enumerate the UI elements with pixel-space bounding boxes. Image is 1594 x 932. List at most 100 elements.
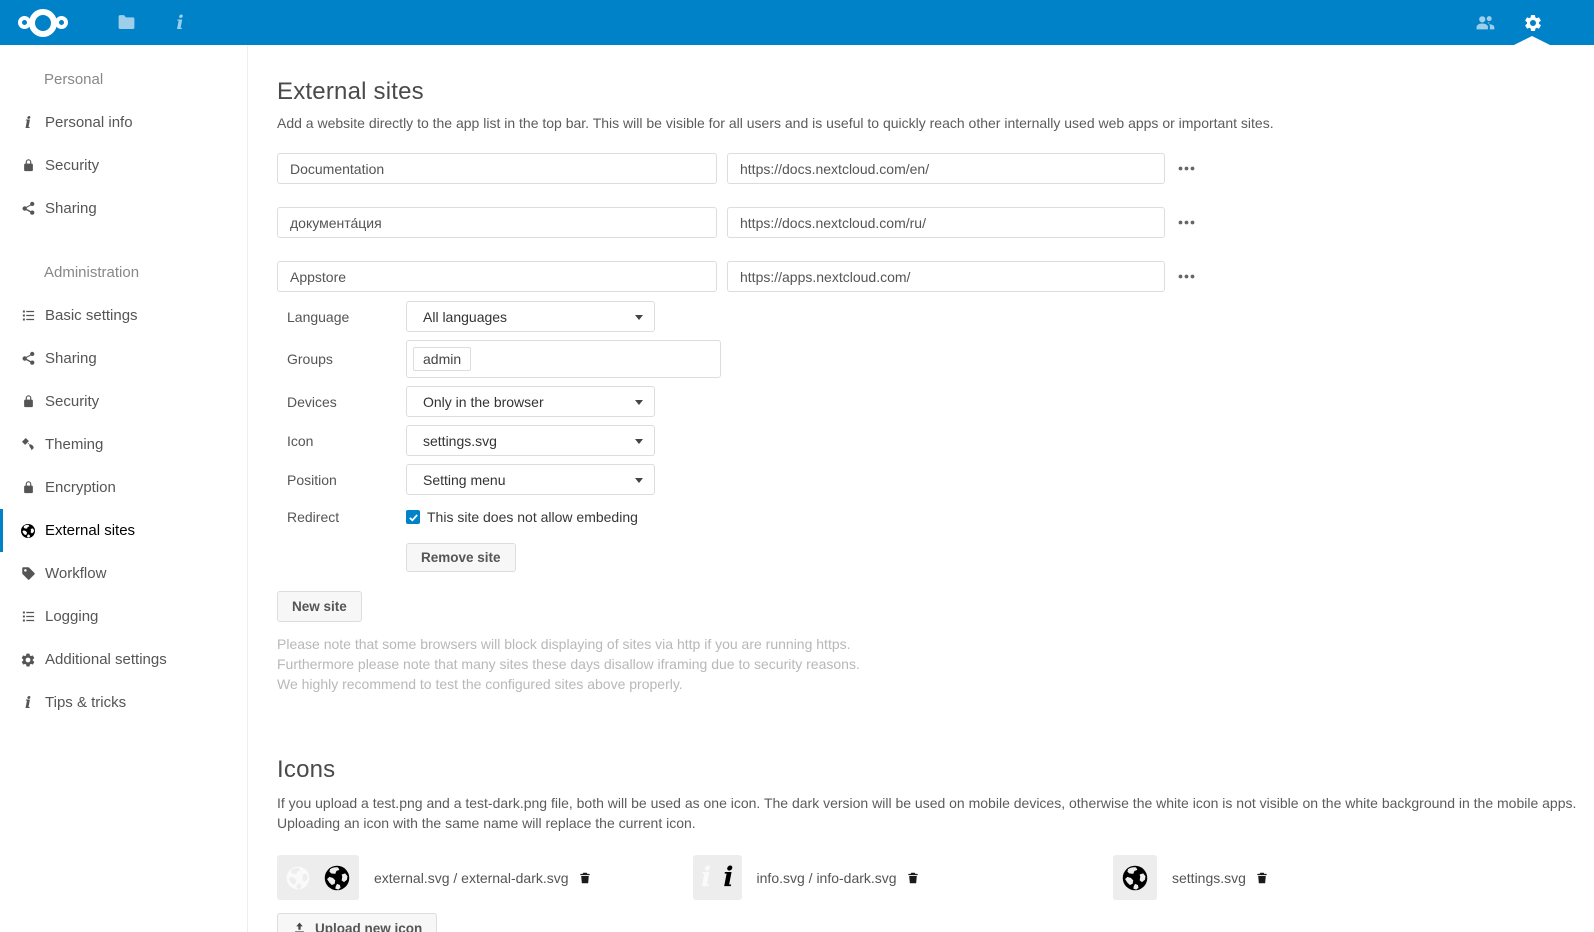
sidebar-item-label: Security bbox=[45, 157, 99, 174]
sidebar-item-label: Theming bbox=[45, 436, 103, 453]
language-label: Language bbox=[287, 309, 396, 325]
settings-gear-icon[interactable] bbox=[1523, 13, 1543, 33]
gear-icon bbox=[20, 652, 36, 668]
settings-sidebar: Personal i Personal info Security Sharin… bbox=[0, 45, 248, 932]
language-row: Language All languages bbox=[277, 301, 1594, 332]
delete-icon[interactable] bbox=[906, 870, 920, 886]
globe-icon bbox=[20, 523, 36, 539]
lock-icon bbox=[20, 480, 36, 495]
sidebar-item-security-admin[interactable]: Security bbox=[0, 380, 247, 423]
topbar: i bbox=[0, 0, 1594, 45]
sidebar-item-sharing-admin[interactable]: Sharing bbox=[0, 337, 247, 380]
sidebar-item-theming[interactable]: Theming bbox=[0, 423, 247, 466]
delete-icon[interactable] bbox=[1255, 870, 1269, 886]
language-select[interactable]: All languages bbox=[406, 301, 655, 332]
sidebar-item-encryption[interactable]: Encryption bbox=[0, 466, 247, 509]
info-icon: i bbox=[20, 695, 36, 711]
redirect-row: Redirect This site does not allow embedi… bbox=[277, 509, 1594, 525]
redirect-checkbox-label: This site does not allow embeding bbox=[427, 509, 638, 525]
site-url-input[interactable] bbox=[727, 153, 1165, 184]
new-site-button[interactable]: New site bbox=[277, 591, 362, 622]
sidebar-item-external-sites[interactable]: External sites bbox=[0, 509, 247, 552]
nextcloud-logo[interactable] bbox=[18, 9, 68, 37]
position-row: Position Setting menu bbox=[277, 464, 1594, 495]
chevron-down-icon bbox=[635, 478, 643, 483]
icon-preview-box bbox=[277, 855, 359, 900]
devices-select[interactable]: Only in the browser bbox=[406, 386, 655, 417]
devices-label: Devices bbox=[287, 394, 396, 410]
logo-circle bbox=[29, 9, 57, 37]
icon-entry-label: external.svg / external-dark.svg bbox=[374, 870, 569, 886]
site-row bbox=[277, 207, 1594, 238]
groups-input[interactable]: admin bbox=[406, 340, 721, 378]
icon-row: Icon settings.svg bbox=[277, 425, 1594, 456]
icon-selected-value: settings.svg bbox=[423, 433, 497, 449]
sidebar-item-sharing-personal[interactable]: Sharing bbox=[0, 187, 247, 230]
site-url-input[interactable] bbox=[727, 207, 1165, 238]
site-options-menu-icon[interactable] bbox=[1178, 166, 1195, 171]
share-icon bbox=[20, 351, 36, 366]
remove-site-button[interactable]: Remove site bbox=[406, 543, 516, 572]
globe-dark-icon bbox=[323, 864, 351, 892]
redirect-checkbox[interactable] bbox=[406, 510, 420, 524]
sidebar-item-logging[interactable]: Logging bbox=[0, 595, 247, 638]
sidebar-item-security-personal[interactable]: Security bbox=[0, 144, 247, 187]
icons-description-line2: Uploading an icon with the same name wil… bbox=[277, 815, 696, 831]
icon-preview-box: i i bbox=[693, 855, 742, 900]
site-row bbox=[277, 153, 1594, 184]
external-sites-settings: External sites Add a website directly to… bbox=[249, 45, 1594, 932]
icon-select[interactable]: settings.svg bbox=[406, 425, 655, 456]
redirect-label: Redirect bbox=[287, 509, 396, 525]
site-row bbox=[277, 261, 1594, 292]
icon-entry-settings: settings.svg bbox=[1113, 855, 1269, 900]
globe-light-icon bbox=[285, 865, 311, 891]
info-light-icon: i bbox=[701, 864, 711, 891]
sidebar-item-label: Encryption bbox=[45, 479, 116, 496]
chevron-down-icon bbox=[635, 315, 643, 320]
external-sites-app-icon[interactable]: i bbox=[169, 12, 191, 34]
delete-icon[interactable] bbox=[578, 870, 592, 886]
icons-description-line1: If you upload a test.png and a test-dark… bbox=[277, 795, 1576, 811]
sidebar-item-label: Security bbox=[45, 393, 99, 410]
list-icon bbox=[20, 308, 36, 323]
site-options-menu-icon[interactable] bbox=[1178, 274, 1195, 279]
site-url-input[interactable] bbox=[727, 261, 1165, 292]
sidebar-item-tips-tricks[interactable]: i Tips & tricks bbox=[0, 681, 247, 724]
chevron-down-icon bbox=[635, 439, 643, 444]
site-options-menu-icon[interactable] bbox=[1178, 220, 1195, 225]
upload-new-icon-button[interactable]: Upload new icon bbox=[277, 913, 437, 932]
icon-entry-info: i i info.svg / info-dark.svg bbox=[693, 855, 1113, 900]
devices-row: Devices Only in the browser bbox=[277, 386, 1594, 417]
groups-label: Groups bbox=[287, 351, 396, 367]
position-select[interactable]: Setting menu bbox=[406, 464, 655, 495]
lock-icon bbox=[20, 158, 36, 173]
page-description: Add a website directly to the app list i… bbox=[277, 115, 1577, 131]
sidebar-item-label: Workflow bbox=[45, 565, 106, 582]
sidebar-item-additional-settings[interactable]: Additional settings bbox=[0, 638, 247, 681]
upload-button-label: Upload new icon bbox=[315, 921, 422, 932]
group-chip[interactable]: admin bbox=[413, 347, 471, 371]
sidebar-item-label: External sites bbox=[45, 522, 135, 539]
icon-preview-box bbox=[1113, 855, 1157, 900]
sidebar-item-label: Basic settings bbox=[45, 307, 138, 324]
sidebar-item-label: Sharing bbox=[45, 200, 97, 217]
sidebar-item-label: Logging bbox=[45, 608, 98, 625]
sidebar-item-label: Personal info bbox=[45, 114, 133, 131]
sidebar-item-personal-info[interactable]: i Personal info bbox=[0, 101, 247, 144]
icons-title: Icons bbox=[277, 756, 1594, 784]
icon-label: Icon bbox=[287, 433, 396, 449]
icon-entry-label: info.svg / info-dark.svg bbox=[757, 870, 897, 886]
sidebar-item-basic-settings[interactable]: Basic settings bbox=[0, 294, 247, 337]
site-name-input[interactable] bbox=[277, 261, 717, 292]
files-app-icon[interactable] bbox=[115, 12, 137, 34]
site-name-input[interactable] bbox=[277, 153, 717, 184]
icon-entry-external: external.svg / external-dark.svg bbox=[277, 855, 693, 900]
sidebar-caption-personal: Personal bbox=[0, 58, 247, 101]
contacts-icon[interactable] bbox=[1474, 12, 1496, 34]
icons-description: If you upload a test.png and a test-dark… bbox=[277, 793, 1587, 833]
tag-icon bbox=[20, 566, 36, 581]
position-label: Position bbox=[287, 472, 396, 488]
site-name-input[interactable] bbox=[277, 207, 717, 238]
icon-entry-label: settings.svg bbox=[1172, 870, 1246, 886]
sidebar-item-workflow[interactable]: Workflow bbox=[0, 552, 247, 595]
